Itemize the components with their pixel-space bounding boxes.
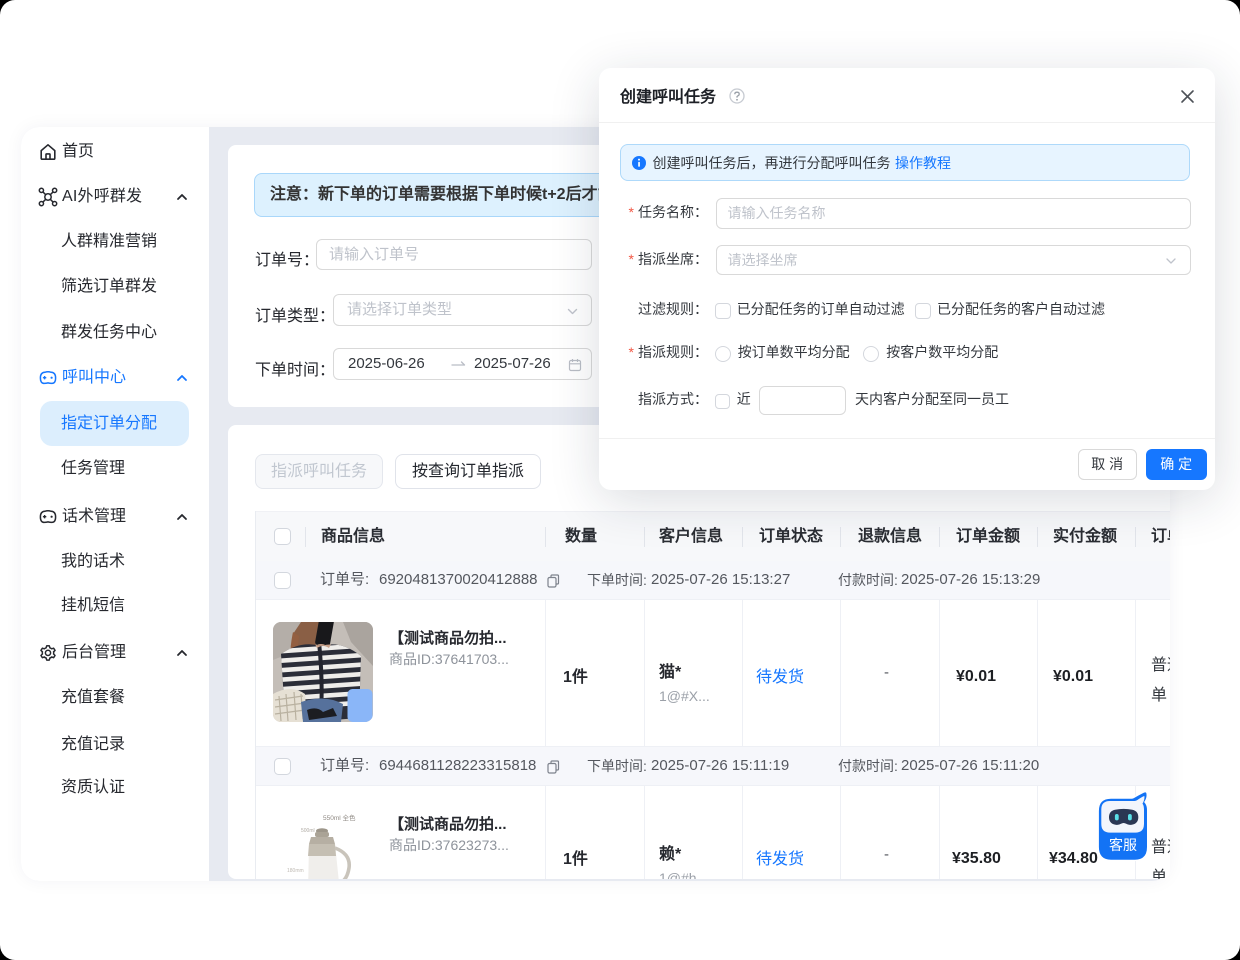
svg-text:500ml: 500ml xyxy=(301,828,315,834)
svg-text:客服: 客服 xyxy=(1109,837,1137,853)
svg-text:180mm: 180mm xyxy=(287,868,304,874)
svg-text:550ml 全色: 550ml 全色 xyxy=(323,813,356,822)
